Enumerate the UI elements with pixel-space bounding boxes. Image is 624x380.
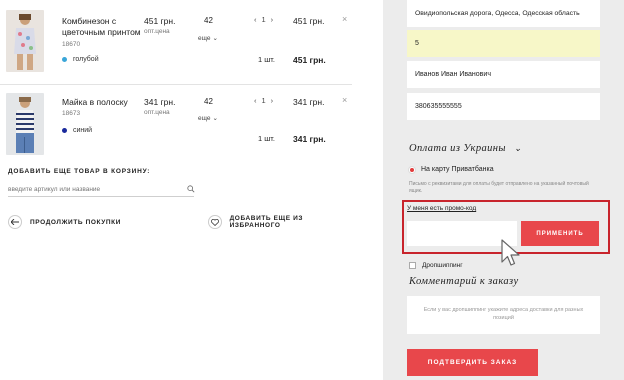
apply-promo-button[interactable]: ПРИМЕНИТЬ (521, 221, 599, 246)
dropshipping-checkbox[interactable] (409, 262, 416, 269)
confirm-order-button[interactable]: ПОДТВЕРДИТЬ ЗАКАЗ (407, 349, 538, 376)
qty-minus-button[interactable]: ‹ (254, 96, 257, 105)
product-price: 341 грн. (144, 97, 176, 107)
product-photo-top (6, 93, 44, 155)
payment-note: Письмо с реквизитами для оплаты будет от… (409, 181, 589, 194)
product-price: 451 грн. (144, 16, 176, 26)
search-icon[interactable] (187, 185, 195, 193)
product-color: голубой (62, 56, 99, 63)
add-from-favorites-label: ДОБАВИТЬ ЕЩЕ ИЗ ИЗБРАННОГО (229, 215, 304, 229)
quantity-stepper[interactable]: ‹ 1 › (254, 15, 273, 24)
radio-selected-icon[interactable] (409, 166, 415, 173)
color-label: голубой (73, 56, 99, 63)
product-color: синий (62, 127, 92, 134)
color-swatch (62, 57, 67, 62)
comment-section-title: Комментарий к заказу (409, 276, 519, 287)
size-dropdown-label: еще (198, 114, 211, 122)
size-dropdown[interactable]: еще ⌄ (198, 34, 218, 43)
product-size: 42 (204, 16, 213, 25)
qty-summary: 1 шт. (258, 134, 275, 143)
price-type: опт.цена (144, 109, 170, 116)
cart-panel: Комбинезон с цветочным принтом 18670 гол… (0, 0, 352, 380)
line-total: 341 грн. (293, 97, 325, 107)
phone-field[interactable]: 380635555555 (407, 93, 600, 120)
comment-textarea[interactable]: Если у вас дропшиппинг укажите адреса до… (407, 296, 600, 334)
chevron-down-icon: ⌄ (212, 115, 218, 122)
color-swatch (62, 128, 67, 133)
qty-summary: 1 шт. (258, 55, 275, 64)
dropshipping-checkbox-row[interactable]: Дропшиппинг (409, 262, 463, 269)
add-item-title: ДОБАВИТЬ ЕЩЕ ТОВАР В КОРЗИНУ: (8, 168, 151, 175)
line-total: 451 грн. (293, 16, 325, 26)
qty-plus-button[interactable]: › (271, 96, 274, 105)
qty-value[interactable]: 1 (262, 96, 266, 105)
arrow-left-icon (8, 215, 22, 229)
payment-title-label: Оплата из Украины (409, 143, 506, 154)
qty-plus-button[interactable]: › (271, 15, 274, 24)
chevron-down-icon: ⌄ (513, 143, 522, 153)
remove-item-button[interactable]: × (342, 95, 347, 105)
line-total-final: 451 грн. (293, 55, 326, 65)
line-total-final: 341 грн. (293, 134, 326, 144)
mouse-cursor-icon (501, 239, 520, 266)
product-size: 42 (204, 97, 213, 106)
heart-icon (208, 215, 222, 229)
recipient-name-field[interactable]: Иванов Иван Иванович (407, 61, 600, 88)
product-image[interactable] (6, 93, 44, 155)
cart-item: Майка в полоску 18673 синий 341 грн. опт… (6, 85, 350, 159)
chevron-down-icon: ⌄ (212, 35, 218, 42)
address-field[interactable]: Овидиопольская дорога, Одесса, Одесская … (407, 0, 600, 27)
product-photo-dress (6, 10, 44, 72)
payment-option-privatbank[interactable]: На карту Приватбанка (409, 166, 494, 173)
product-name[interactable]: Майка в полоску (62, 97, 142, 108)
size-dropdown-label: еще (198, 34, 211, 42)
color-label: синий (73, 127, 93, 134)
promo-code-link[interactable]: У меня есть промо-код (407, 205, 476, 212)
qty-minus-button[interactable]: ‹ (254, 15, 257, 24)
house-number-field[interactable]: 5 (407, 30, 600, 57)
continue-shopping-button[interactable]: ПРОДОЛЖИТЬ ПОКУПКИ (8, 215, 121, 229)
product-sku: 18673 (62, 110, 81, 117)
cart-item: Комбинезон с цветочным принтом 18670 гол… (6, 0, 350, 84)
dropshipping-label: Дропшиппинг (422, 262, 463, 269)
product-sku: 18670 (62, 41, 81, 48)
quantity-stepper[interactable]: ‹ 1 › (254, 96, 273, 105)
remove-item-button[interactable]: × (342, 14, 347, 24)
product-image[interactable] (6, 10, 44, 72)
continue-shopping-label: ПРОДОЛЖИТЬ ПОКУПКИ (30, 218, 121, 226)
payment-section-title[interactable]: Оплата из Украины ⌄ (409, 143, 522, 154)
add-from-favorites-button[interactable]: ДОБАВИТЬ ЕЩЕ ИЗ ИЗБРАННОГО (208, 215, 352, 229)
payment-option-label: На карту Приватбанка (421, 166, 494, 173)
size-dropdown[interactable]: еще ⌄ (198, 114, 218, 123)
product-name[interactable]: Комбинезон с цветочным принтом (62, 16, 142, 38)
qty-value[interactable]: 1 (262, 15, 266, 24)
add-item-search-input[interactable] (8, 183, 194, 197)
price-type: опт.цена (144, 28, 170, 35)
